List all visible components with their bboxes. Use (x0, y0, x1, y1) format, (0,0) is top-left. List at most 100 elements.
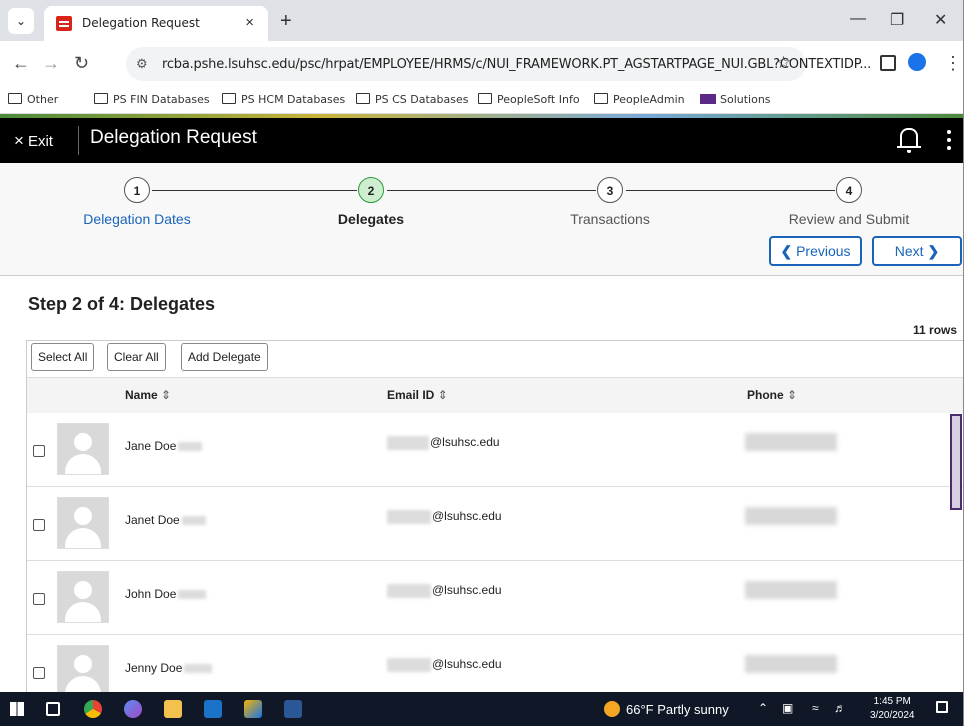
train-stop-stepper: 1 2 3 4 Delegation Dates Delegates Trans… (0, 163, 963, 276)
folder-icon (94, 93, 108, 104)
restore-icon[interactable]: ❐ (890, 10, 904, 30)
reload-icon[interactable]: ↻ (74, 53, 89, 74)
copilot-icon[interactable] (124, 700, 142, 718)
step-4-circle[interactable]: 4 (836, 177, 862, 203)
step-connector (387, 190, 596, 191)
clear-all-button[interactable]: Clear All (107, 343, 166, 371)
column-header-phone[interactable]: Phone ⇕ (747, 388, 797, 402)
next-button[interactable]: Next ❯ (872, 236, 962, 266)
previous-button[interactable]: ❮ Previous (769, 236, 862, 266)
file-explorer-icon[interactable] (164, 700, 182, 718)
sidepanel-icon[interactable] (880, 55, 896, 71)
column-header-email[interactable]: Email ID ⇕ (387, 388, 448, 402)
wifi-icon[interactable]: ≈ (812, 701, 819, 715)
forward-arrow-icon[interactable]: → (42, 53, 60, 74)
windows-start-icon[interactable] (10, 702, 24, 716)
address-field[interactable]: ⚙ rcba.pshe.lsuhsc.edu/psc/hrpat/EMPLOYE… (126, 47, 871, 81)
bookmark-ps-cs[interactable]: PS CS Databases (356, 93, 469, 106)
browser-menu-icon[interactable]: ⋮ (944, 53, 962, 74)
table-row[interactable]: Janet Doe @lsuhsc.edu (27, 487, 963, 561)
add-delegate-button[interactable]: Add Delegate (181, 343, 268, 371)
step-connector (626, 190, 835, 191)
step-2-label: Delegates (337, 211, 405, 227)
close-icon: × (14, 131, 24, 150)
task-view-icon[interactable] (46, 702, 60, 716)
bookmark-other[interactable]: Other (8, 93, 58, 106)
tab-title: Delegation Request (82, 16, 200, 30)
row-checkbox[interactable] (33, 593, 45, 605)
select-all-button[interactable]: Select All (31, 343, 95, 371)
volume-icon[interactable]: ♬ (834, 701, 846, 715)
tab-strip: ⌄ Delegation Request × + — ❐ ✕ (0, 0, 963, 41)
sort-icon: ⇕ (437, 388, 448, 402)
avatar (57, 571, 109, 623)
word-icon[interactable] (284, 700, 302, 718)
tab-close-icon[interactable]: × (245, 14, 254, 31)
step-3-label: Transactions (570, 211, 650, 227)
chevron-left-icon: ❮ (780, 243, 793, 259)
tray-chevron-up-icon[interactable]: ⌃ (758, 701, 768, 715)
window-close-icon[interactable]: ✕ (934, 10, 947, 30)
folder-icon (8, 93, 22, 104)
delegate-email: @lsuhsc.edu (387, 435, 500, 450)
browser-window: ⌄ Delegation Request × + — ❐ ✕ ← → ↻ ⚙ r… (0, 0, 964, 726)
step-3-circle[interactable]: 3 (597, 177, 623, 203)
profile-avatar-icon[interactable] (908, 53, 926, 71)
avatar (57, 423, 109, 475)
actions-menu-icon[interactable] (947, 130, 951, 134)
delegate-email: @lsuhsc.edu (387, 657, 502, 672)
app-header: × Exit Delegation Request (0, 118, 963, 163)
delegates-grid: Select All Clear All Add Delegate Name ⇕… (26, 340, 963, 694)
table-row[interactable]: Jane Doe @lsuhsc.edu (27, 413, 963, 487)
bookmark-star-icon[interactable]: ☆ (776, 53, 791, 73)
browser-tab[interactable]: Delegation Request × (44, 6, 268, 41)
delegate-phone-redacted (745, 655, 837, 673)
folder-icon (356, 93, 370, 104)
minimize-icon[interactable]: — (850, 10, 866, 28)
step-1-circle[interactable]: 1 (124, 177, 150, 203)
chevron-right-icon: ❯ (927, 243, 940, 259)
row-checkbox[interactable] (33, 445, 45, 457)
step-2-circle[interactable]: 2 (358, 177, 384, 203)
tray-app-icon[interactable]: ▣ (782, 701, 793, 715)
bookmark-peopleadmin[interactable]: PeopleAdmin (594, 93, 685, 106)
exit-button[interactable]: × Exit (14, 131, 53, 151)
row-checkbox[interactable] (33, 667, 45, 679)
notification-center-icon[interactable] (936, 701, 948, 713)
sort-icon: ⇕ (787, 388, 798, 402)
row-checkbox[interactable] (33, 519, 45, 531)
column-header-name[interactable]: Name ⇕ (125, 388, 171, 402)
lsu-logo-icon (700, 94, 716, 104)
folder-icon (594, 93, 608, 104)
app-icon[interactable] (244, 700, 262, 718)
grid-header: Name ⇕ Email ID ⇕ Phone ⇕ (27, 377, 963, 414)
bookmarks-bar: Other PS FIN Databases PS HCM Databases … (0, 87, 963, 114)
notifications-bell-icon[interactable] (897, 128, 921, 153)
bookmark-peoplesoft-info[interactable]: PeopleSoft Info (478, 93, 580, 106)
step-1-label[interactable]: Delegation Dates (52, 211, 222, 227)
outlook-icon[interactable] (204, 700, 222, 718)
scrollbar-thumb[interactable] (950, 414, 962, 510)
delegate-phone-redacted (745, 581, 837, 599)
table-row[interactable]: John Doe @lsuhsc.edu (27, 561, 963, 635)
system-clock[interactable]: 1:45 PM 3/20/2024 (870, 695, 915, 723)
folder-icon (478, 93, 492, 104)
table-row[interactable]: Jenny Doe @lsuhsc.edu (27, 635, 963, 693)
header-divider (78, 126, 79, 155)
step-4-label: Review and Submit (788, 211, 910, 227)
weather-sun-icon (604, 701, 620, 717)
back-arrow-icon[interactable]: ← (12, 53, 30, 74)
site-info-icon[interactable]: ⚙ (136, 56, 148, 72)
tab-search-chevron-icon[interactable]: ⌄ (8, 8, 34, 34)
site-favicon-icon (56, 16, 72, 31)
delegate-name: John Doe (125, 587, 207, 601)
row-count: 11 rows (913, 323, 958, 337)
new-tab-icon[interactable]: + (280, 10, 292, 33)
bookmark-solutions[interactable]: Solutions (700, 93, 771, 106)
bookmark-ps-hcm[interactable]: PS HCM Databases (222, 93, 345, 106)
delegate-phone-redacted (745, 433, 837, 451)
bookmark-ps-fin[interactable]: PS FIN Databases (94, 93, 210, 106)
weather-widget[interactable]: 66°F Partly sunny (604, 701, 729, 717)
avatar (57, 645, 109, 693)
chrome-icon[interactable] (84, 700, 102, 718)
